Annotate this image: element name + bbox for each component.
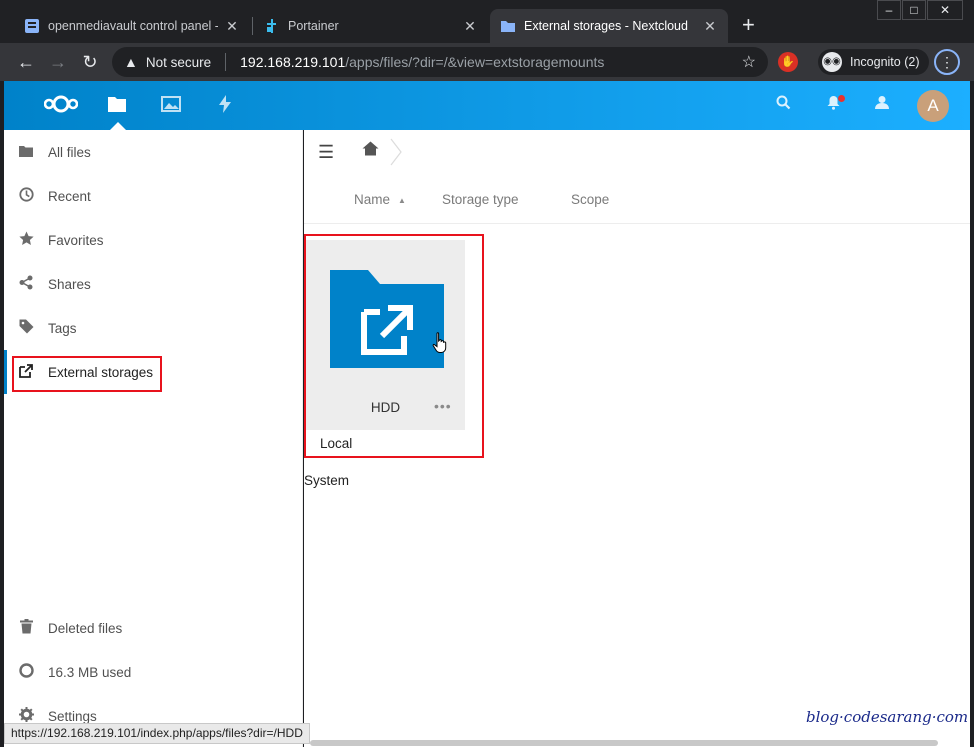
sidebar-item-tags[interactable]: Tags — [4, 306, 303, 350]
contacts-icon[interactable] — [871, 95, 893, 114]
warning-triangle-icon[interactable]: ▲ — [124, 54, 138, 70]
sidebar-item-label: Settings — [48, 708, 97, 724]
forward-arrow-icon[interactable]: → — [47, 51, 69, 73]
share-icon — [4, 275, 48, 293]
address-bar[interactable]: ▲ Not secure 192.168.219.101 /apps/files… — [112, 47, 768, 77]
maximize-button[interactable]: □ — [902, 0, 926, 20]
tab-title: Portainer — [288, 19, 339, 33]
highlight-box-hdd-tile — [304, 234, 484, 458]
column-headers: Name ▲ Storage type Scope — [304, 182, 970, 224]
user-avatar[interactable]: A — [917, 90, 949, 122]
tab-separator — [252, 17, 253, 35]
nextcloud-folder-favicon-icon — [500, 18, 516, 34]
sidebar-item-label: Shares — [48, 276, 91, 292]
sidebar-item-all-files[interactable]: All files — [4, 130, 303, 174]
incognito-profile-button[interactable]: ◉◉ Incognito (2) — [818, 49, 930, 75]
tab-close-icon[interactable]: ✕ — [224, 18, 240, 35]
pie-icon — [4, 663, 48, 681]
sidebar-quota[interactable]: 16.3 MB used — [4, 650, 303, 694]
browser-toolbar: ← → ↻ ▲ Not secure 192.168.219.101 /apps… — [0, 43, 974, 81]
tab-close-icon[interactable]: ✕ — [702, 18, 718, 35]
portainer-favicon-icon — [264, 18, 280, 34]
folder-icon — [4, 144, 48, 160]
nextcloud-logo-icon[interactable] — [43, 93, 79, 118]
activity-app-icon[interactable] — [213, 95, 237, 119]
url-path[interactable]: /apps/files/?dir=/&view=extstoragemounts — [345, 54, 604, 70]
active-app-indicator — [110, 122, 126, 130]
browser-tab-strip: openmediavault control panel - ✕ Portain… — [0, 0, 974, 43]
new-tab-button[interactable]: + — [742, 14, 755, 36]
security-label[interactable]: Not secure — [146, 55, 211, 70]
tab-external-storages[interactable]: External storages - Nextcloud ✕ — [490, 9, 728, 43]
tab-title: openmediavault control panel - — [48, 19, 218, 33]
back-arrow-icon[interactable]: ← — [15, 51, 37, 73]
highlight-box-external-storages — [12, 356, 162, 392]
reload-icon[interactable]: ↻ — [79, 51, 101, 73]
sort-ascending-icon: ▲ — [398, 195, 406, 205]
clock-icon — [4, 187, 48, 205]
minimize-button[interactable]: – — [877, 0, 901, 20]
tab-portainer[interactable]: Portainer ✕ — [254, 9, 488, 43]
nextcloud-header: A — [4, 81, 970, 130]
tab-close-icon[interactable]: ✕ — [462, 18, 478, 35]
tab-title: External storages - Nextcloud — [524, 19, 688, 33]
sidebar-item-label: Deleted files — [48, 620, 123, 636]
tab-openmediavault[interactable]: openmediavault control panel - ✕ — [14, 9, 250, 43]
incognito-icon: ◉◉ — [822, 52, 842, 72]
search-icon[interactable] — [772, 95, 794, 114]
status-bar-url: https://192.168.219.101/index.php/apps/f… — [4, 723, 310, 744]
home-icon[interactable] — [362, 141, 379, 161]
browser-menu-icon[interactable]: ⋮ — [934, 49, 960, 75]
scope-value: System — [304, 473, 350, 488]
hamburger-menu-icon[interactable]: ☰ — [318, 142, 334, 163]
sidebar-item-label: All files — [48, 144, 91, 160]
column-header-name[interactable]: Name ▲ — [354, 192, 406, 207]
star-icon — [4, 231, 48, 249]
quota-label: 16.3 MB used — [48, 664, 132, 680]
files-content: ☰ Name ▲ Storage type Scope HDD ••• Loca… — [304, 130, 970, 747]
horizontal-scrollbar[interactable] — [310, 740, 938, 746]
column-header-storage-type[interactable]: Storage type — [442, 192, 519, 207]
column-header-label: Name — [354, 192, 391, 207]
bookmark-star-icon[interactable]: ☆ — [742, 52, 756, 72]
incognito-label: Incognito (2) — [850, 55, 920, 69]
breadcrumb: ☰ — [304, 130, 970, 174]
url-host[interactable]: 192.168.219.101 — [240, 54, 345, 70]
tag-icon — [4, 319, 48, 337]
photos-app-icon[interactable] — [159, 95, 183, 119]
sidebar-item-label: Favorites — [48, 232, 104, 248]
sidebar-item-deleted-files[interactable]: Deleted files — [4, 606, 303, 650]
sidebar-item-shares[interactable]: Shares — [4, 262, 303, 306]
column-header-scope[interactable]: Scope — [571, 192, 609, 207]
files-app-icon[interactable] — [105, 95, 129, 119]
omnibox-divider — [225, 53, 227, 71]
extension-hand-icon[interactable]: ✋ — [778, 52, 798, 72]
trash-icon — [4, 619, 48, 637]
notification-dot-icon — [838, 95, 845, 102]
watermark: blog·codesarang·com — [806, 708, 969, 726]
omv-favicon-icon — [24, 18, 40, 34]
app-navigation-sidebar: All files Recent Favorites Shares Tags E… — [4, 130, 303, 747]
sidebar-item-label: Recent — [48, 188, 91, 204]
sidebar-item-recent[interactable]: Recent — [4, 174, 303, 218]
close-window-button[interactable]: ✕ — [927, 0, 963, 20]
sidebar-item-favorites[interactable]: Favorites — [4, 218, 303, 262]
sidebar-item-label: Tags — [48, 320, 77, 336]
breadcrumb-chevron-icon — [390, 138, 402, 173]
